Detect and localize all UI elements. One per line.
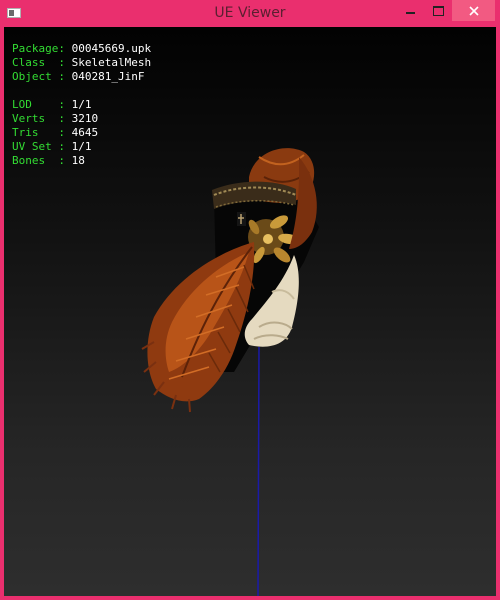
info-tris: Tris : 4645 [12,126,99,139]
info-class: Class : SkeletalMesh [12,56,152,69]
info-verts: Verts : 3210 [12,112,99,125]
mesh-info-overlay: Package: 00045669.upk Class : SkeletalMe… [12,42,151,168]
info-object: Object : 040281_JinF [12,70,145,83]
title-bar[interactable]: UE Viewer [0,0,500,27]
info-lod: LOD : 1/1 [12,98,92,111]
mesh-feather [141,242,255,413]
maximize-button[interactable] [425,0,452,21]
maximize-icon [433,5,444,16]
axis-line [257,346,260,596]
info-bones: Bones : 18 [12,154,85,167]
info-uvset: UV Set : 1/1 [12,140,92,153]
3d-viewport[interactable]: Package: 00045669.upk Class : SkeletalMe… [4,27,496,596]
minimize-icon [405,11,415,14]
app-window: UE Viewer Package: 00045669.upk Class: … [0,0,500,600]
info-package: Package: 00045669.upk [12,42,152,55]
mesh-charm [237,212,246,226]
close-icon [468,5,479,16]
minimize-button[interactable] [396,0,424,21]
close-button[interactable] [452,0,495,21]
